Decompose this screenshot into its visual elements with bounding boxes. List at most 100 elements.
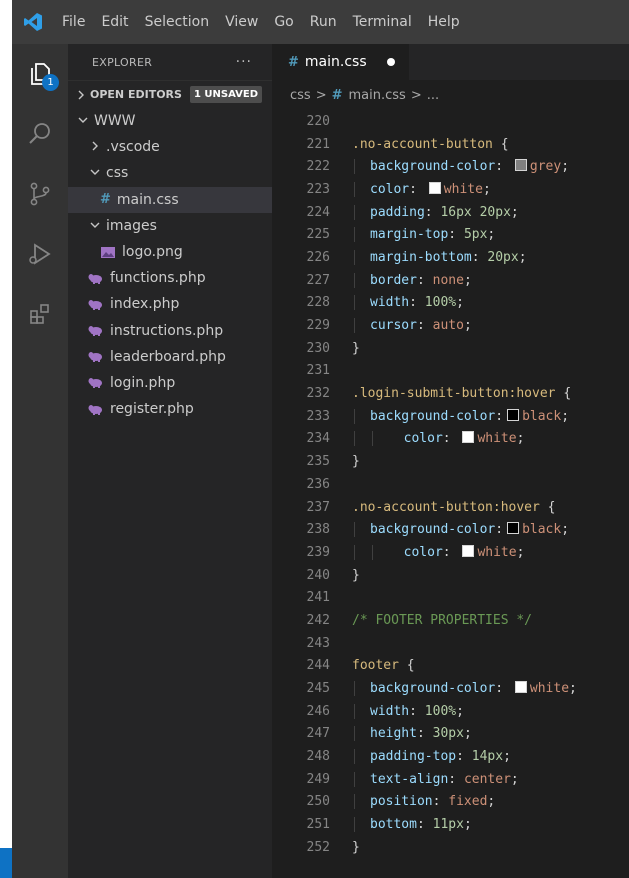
folder-www[interactable]: WWW xyxy=(68,108,272,134)
search-activity-button[interactable] xyxy=(12,104,68,164)
code-line[interactable]: 220 xyxy=(272,110,629,133)
code-token: ; xyxy=(463,272,472,288)
color-swatch[interactable] xyxy=(514,159,527,172)
code-line[interactable]: 225 margin-top: 5px; xyxy=(272,223,629,246)
run-debug-activity-button[interactable] xyxy=(12,224,68,284)
explorer-title: EXPLORER xyxy=(92,55,153,69)
code-line[interactable]: 230} xyxy=(272,337,629,360)
code-line[interactable]: 251 bottom: 11px; xyxy=(272,813,629,836)
color-swatch[interactable] xyxy=(462,544,475,557)
line-number: 221 xyxy=(306,136,330,152)
code-line[interactable]: 241 xyxy=(272,586,629,609)
color-swatch[interactable] xyxy=(428,181,441,194)
file-instructions-php[interactable]: instructions.php xyxy=(68,318,272,344)
code-line[interactable]: 233 background-color: black; xyxy=(272,405,629,428)
code-line[interactable]: 231 xyxy=(272,360,629,383)
code-line[interactable]: 238 background-color: black; xyxy=(272,518,629,541)
code-line[interactable]: 222 background-color: grey; xyxy=(272,155,629,178)
extensions-activity-button[interactable] xyxy=(12,284,68,344)
source-control-icon xyxy=(30,182,50,206)
folder-css[interactable]: css xyxy=(68,160,272,186)
code-token: text-align xyxy=(370,771,449,787)
file-register-php[interactable]: register.php xyxy=(68,396,272,422)
tab-main-css[interactable]: # main.css xyxy=(272,44,409,80)
menu-run[interactable]: Run xyxy=(302,0,345,44)
code-token: ; xyxy=(510,771,519,787)
code-token: : xyxy=(471,249,488,265)
code-line[interactable]: 244 footer { xyxy=(272,655,629,678)
file-login-php[interactable]: login.php xyxy=(68,370,272,396)
breadcrumb-symbol[interactable]: ... xyxy=(427,88,439,103)
code-line[interactable]: 227 border: none; xyxy=(272,269,629,292)
menu-edit[interactable]: Edit xyxy=(93,0,136,44)
code-line[interactable]: 248 padding-top: 14px; xyxy=(272,745,629,768)
file-index-php[interactable]: index.php xyxy=(68,291,272,317)
file-functions-php[interactable]: functions.php xyxy=(68,265,272,291)
code-line[interactable]: 229 cursor: auto; xyxy=(272,314,629,337)
code-line[interactable]: 252} xyxy=(272,836,629,859)
code-token: 5px xyxy=(463,227,488,243)
line-number: 239 xyxy=(306,544,330,560)
code-line[interactable]: 242 /* FOOTER PROPERTIES */ xyxy=(272,609,629,632)
folder-vscode[interactable]: .vscode xyxy=(68,134,272,160)
menu-go[interactable]: Go xyxy=(266,0,301,44)
code-line[interactable]: 250 position: fixed; xyxy=(272,791,629,814)
code-line[interactable]: 236 xyxy=(272,473,629,496)
code-line[interactable]: 243 xyxy=(272,632,629,655)
code-line[interactable]: 247 height: 30px; xyxy=(272,723,629,746)
indent-guide xyxy=(354,318,355,334)
code-text: background-color: black; xyxy=(342,408,569,424)
breadcrumb-folder[interactable]: css xyxy=(290,88,311,103)
code-line[interactable]: 223 color: white; xyxy=(272,178,629,201)
code-line[interactable]: 224 padding: 16px 20px; xyxy=(272,201,629,224)
indent-guide xyxy=(372,431,373,447)
breadcrumb: css > # main.css > ... xyxy=(272,80,629,110)
code-token: auto xyxy=(432,318,464,334)
code-token: } xyxy=(352,567,360,583)
indent-guide xyxy=(354,522,355,538)
menu-view[interactable]: View xyxy=(217,0,266,44)
file-main-css[interactable]: # main.css xyxy=(68,186,272,213)
code-line[interactable]: 228 width: 100%; xyxy=(272,292,629,315)
line-number: 220 xyxy=(306,113,330,129)
code-token: 30px xyxy=(432,726,464,742)
code-editor[interactable]: 220 221 .no-account-button {222 background-… xyxy=(272,110,629,859)
line-number: 246 xyxy=(306,703,330,719)
code-line[interactable]: 221 .no-account-button { xyxy=(272,133,629,156)
explorer-activity-button[interactable]: 1 xyxy=(12,44,68,104)
color-swatch[interactable] xyxy=(514,681,527,694)
code-line[interactable]: 237 .no-account-button:hover { xyxy=(272,496,629,519)
more-actions-icon[interactable]: ··· xyxy=(236,54,252,70)
folder-images[interactable]: images xyxy=(68,213,272,239)
title-bar: File Edit Selection View Go Run Terminal Help xyxy=(12,0,629,44)
code-line[interactable]: 249 text-align: center; xyxy=(272,768,629,791)
color-swatch[interactable] xyxy=(507,408,520,421)
php-file-icon xyxy=(88,377,104,389)
menu-help[interactable]: Help xyxy=(420,0,468,44)
code-line[interactable]: 234 color: white; xyxy=(272,428,629,451)
open-editors-section[interactable]: OPEN EDITORS 1 UNSAVED xyxy=(68,80,272,108)
code-text: margin-top: 5px; xyxy=(342,227,495,243)
color-swatch[interactable] xyxy=(507,522,520,535)
code-line[interactable]: 232 .login-submit-button:hover { xyxy=(272,382,629,405)
source-control-activity-button[interactable] xyxy=(12,164,68,224)
line-number: 228 xyxy=(306,295,330,311)
breadcrumb-file[interactable]: main.css xyxy=(349,88,406,103)
menu-file[interactable]: File xyxy=(54,0,93,44)
code-line[interactable]: 245 background-color: white; xyxy=(272,677,629,700)
line-number: 252 xyxy=(306,839,330,855)
code-line[interactable]: 239 color: white; xyxy=(272,541,629,564)
file-leaderboard-php[interactable]: leaderboard.php xyxy=(68,344,272,370)
code-line[interactable]: 240} xyxy=(272,564,629,587)
code-line[interactable]: 246 width: 100%; xyxy=(272,700,629,723)
code-token: : xyxy=(416,726,433,742)
indent-guide xyxy=(354,431,355,447)
unsaved-dot-icon[interactable] xyxy=(386,58,395,66)
color-swatch[interactable] xyxy=(462,431,475,444)
code-line[interactable]: 235} xyxy=(272,450,629,473)
file-logo-png[interactable]: logo.png xyxy=(68,239,272,265)
explorer-sidebar: EXPLORER ··· OPEN EDITORS 1 UNSAVED WWW.… xyxy=(68,44,272,878)
menu-selection[interactable]: Selection xyxy=(137,0,218,44)
code-line[interactable]: 226 margin-bottom: 20px; xyxy=(272,246,629,269)
menu-terminal[interactable]: Terminal xyxy=(345,0,420,44)
